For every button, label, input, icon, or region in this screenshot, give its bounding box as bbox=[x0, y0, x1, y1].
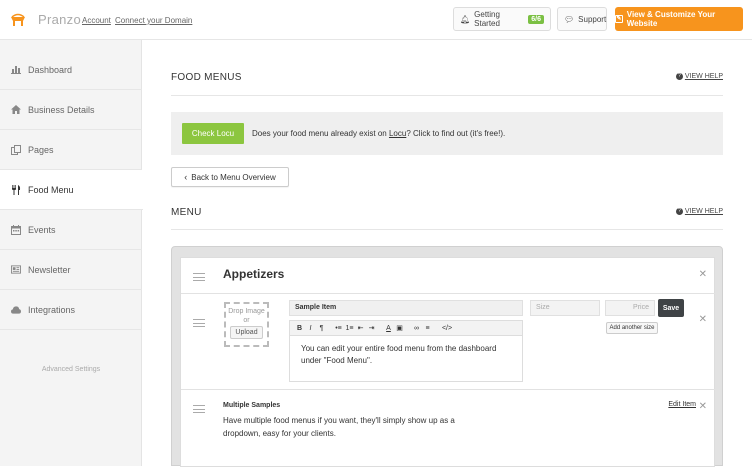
sidebar-item-label: Business Details bbox=[28, 104, 95, 115]
view-help-label: VIEW HELP bbox=[684, 208, 723, 215]
advanced-settings-link[interactable]: Advanced Settings bbox=[0, 366, 142, 373]
sidebar-item-label: Dashboard bbox=[28, 64, 73, 75]
view-help-link[interactable]: ? VIEW HELP bbox=[675, 73, 723, 80]
indent-icon[interactable]: ⇥ bbox=[366, 324, 377, 332]
code-icon[interactable]: </> bbox=[439, 325, 455, 332]
getting-started-button[interactable]: 🔔︎ Getting Started 6/6 bbox=[453, 7, 551, 31]
upload-button[interactable]: Upload bbox=[230, 326, 263, 339]
locu-text-before: Does your food menu already exist on bbox=[252, 129, 389, 138]
edit-item-link[interactable]: Edit Item bbox=[668, 401, 696, 408]
support-label: Support bbox=[578, 14, 607, 24]
sidebar-item-integrations[interactable]: Integrations bbox=[0, 290, 142, 330]
new-item-row: Drop Image or Upload Sample Item Size Pr… bbox=[181, 294, 716, 390]
top-bar: Pranzo Account Connect your Domain 🔔︎ Ge… bbox=[0, 0, 752, 40]
save-button[interactable]: Save bbox=[658, 299, 684, 317]
menu-item-description: Have multiple food menus if you want, th… bbox=[223, 416, 455, 438]
drop-label: Drop Image bbox=[228, 308, 265, 315]
image-drop-zone[interactable]: Drop Image or Upload bbox=[224, 302, 269, 347]
calendar-icon bbox=[11, 224, 21, 235]
drag-handle-icon[interactable] bbox=[193, 319, 205, 327]
locu-banner: Check Locu Does your food menu already e… bbox=[171, 112, 723, 155]
divider bbox=[171, 229, 723, 230]
home-icon bbox=[11, 105, 21, 115]
bullet-list-icon[interactable]: •≡ bbox=[333, 325, 344, 332]
drag-handle-icon[interactable] bbox=[193, 405, 205, 413]
sidebar-item-label: Food Menu bbox=[28, 184, 74, 195]
question-icon: ? bbox=[675, 208, 683, 215]
back-button-label: Back to Menu Overview bbox=[191, 172, 276, 182]
description-text[interactable]: You can edit your entire food menu from … bbox=[290, 336, 522, 374]
menu-view-help-link[interactable]: ? VIEW HELP bbox=[675, 208, 723, 215]
close-icon[interactable]: ✕ bbox=[699, 401, 707, 412]
sidebar-item-label: Pages bbox=[28, 144, 54, 155]
support-button[interactable]: 💬︎ Support bbox=[557, 7, 607, 31]
sidebar-item-label: Newsletter bbox=[28, 264, 71, 275]
add-another-size-button[interactable]: Add another size bbox=[606, 322, 658, 334]
align-icon[interactable]: ≡ bbox=[422, 325, 433, 332]
bar-chart-icon bbox=[11, 65, 21, 75]
locu-prompt: Does your food menu already exist on Loc… bbox=[252, 129, 505, 138]
view-customize-website-button[interactable]: ✎ View & Customize Your Website bbox=[615, 7, 743, 31]
getting-started-label: Getting Started bbox=[474, 10, 500, 28]
paragraph-icon[interactable]: ¶ bbox=[316, 325, 327, 332]
account-link[interactable]: Account bbox=[82, 16, 111, 25]
image-icon[interactable]: ▣ bbox=[394, 324, 405, 332]
category-title[interactable]: Appetizers bbox=[223, 267, 284, 281]
menu-item-title: Multiple Samples bbox=[223, 402, 281, 409]
connect-domain-link[interactable]: Connect your Domain bbox=[115, 16, 192, 25]
sidebar-item-dashboard[interactable]: Dashboard bbox=[0, 50, 142, 90]
outdent-icon[interactable]: ⇤ bbox=[355, 324, 366, 332]
bold-icon[interactable]: B bbox=[294, 325, 305, 332]
chat-bubble-icon: 💬︎ bbox=[564, 14, 575, 24]
menu-item-row[interactable]: Multiple Samples Have multiple food menu… bbox=[181, 390, 716, 466]
close-icon[interactable]: ✕ bbox=[699, 269, 707, 280]
link-icon[interactable]: ∞ bbox=[411, 325, 422, 332]
check-locu-button[interactable]: Check Locu bbox=[182, 123, 244, 144]
sidebar-item-business-details[interactable]: Business Details bbox=[0, 90, 142, 130]
view-help-label: VIEW HELP bbox=[684, 73, 723, 80]
item-name-input[interactable]: Sample Item bbox=[289, 300, 523, 316]
back-to-menu-overview-button[interactable]: ‹ Back to Menu Overview bbox=[171, 167, 289, 187]
price-input[interactable]: Price bbox=[605, 300, 655, 316]
close-icon[interactable]: ✕ bbox=[699, 314, 707, 325]
menu-category-card: Appetizers ✕ Drop Image or Upload Sample… bbox=[180, 257, 716, 467]
font-color-icon[interactable]: A bbox=[383, 325, 394, 332]
numbered-list-icon[interactable]: 1≡ bbox=[344, 325, 355, 332]
drag-handle-icon[interactable] bbox=[193, 273, 205, 281]
newsletter-icon bbox=[11, 265, 21, 275]
logo-icon[interactable] bbox=[10, 12, 26, 26]
sidebar-item-newsletter[interactable]: Newsletter bbox=[0, 250, 142, 290]
italic-icon[interactable]: I bbox=[305, 325, 316, 332]
sidebar: Dashboard Business Details Pages Food Me… bbox=[0, 40, 143, 466]
sidebar-item-events[interactable]: Events bbox=[0, 210, 142, 250]
progress-badge: 6/6 bbox=[528, 14, 544, 24]
pages-icon bbox=[11, 144, 21, 155]
menu-section-title: MENU bbox=[171, 207, 202, 218]
size-input[interactable]: Size bbox=[530, 300, 600, 316]
menu-editor: Appetizers ✕ Drop Image or Upload Sample… bbox=[171, 246, 723, 467]
page-title: FOOD MENUS bbox=[171, 72, 242, 83]
locu-link[interactable]: Locu bbox=[389, 129, 406, 138]
divider bbox=[171, 95, 723, 96]
edit-icon: ✎ bbox=[615, 15, 623, 23]
category-header-row: Appetizers ✕ bbox=[181, 258, 716, 294]
description-editor: B I ¶ •≡ 1≡ ⇤ ⇥ A ▣ ∞ ≡ </> You can edit… bbox=[289, 320, 523, 382]
sidebar-item-label: Events bbox=[28, 224, 56, 235]
chevron-left-icon: ‹ bbox=[184, 172, 188, 182]
utensils-icon bbox=[11, 184, 21, 195]
cta-label: View & Customize Your Website bbox=[626, 10, 716, 28]
sidebar-item-food-menu[interactable]: Food Menu bbox=[0, 170, 143, 210]
question-icon: ? bbox=[675, 73, 683, 80]
sidebar-item-label: Integrations bbox=[28, 304, 76, 315]
bell-icon: 🔔︎ bbox=[460, 14, 471, 24]
locu-text-after: ? Click to find out (it's free!). bbox=[406, 129, 506, 138]
cloud-icon bbox=[11, 305, 21, 315]
drop-or-label: or bbox=[243, 317, 250, 324]
editor-toolbar: B I ¶ •≡ 1≡ ⇤ ⇥ A ▣ ∞ ≡ </> bbox=[290, 321, 522, 336]
sidebar-item-pages[interactable]: Pages bbox=[0, 130, 142, 170]
brand-name[interactable]: Pranzo bbox=[38, 12, 81, 27]
